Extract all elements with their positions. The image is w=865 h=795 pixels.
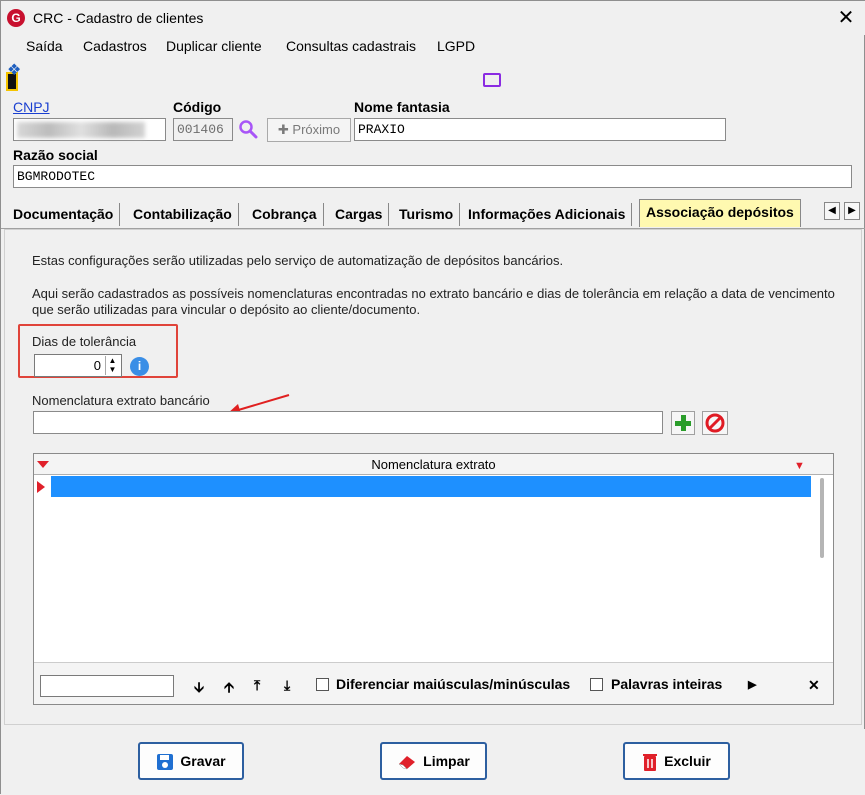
remove-button[interactable] bbox=[702, 411, 728, 435]
dias-tolerancia-label: Dias de tolerância bbox=[32, 334, 137, 349]
cnpj-redacted bbox=[17, 122, 145, 138]
menu-consultas-cadastrais[interactable]: Consultas cadastrais bbox=[286, 38, 416, 54]
codigo-label: Código bbox=[173, 99, 222, 115]
column-header-nomenclatura[interactable]: Nomenclatura extrato bbox=[371, 457, 495, 472]
diferenciar-checkbox[interactable] bbox=[316, 678, 329, 691]
stepper-arrows-icon[interactable]: ▲ ▼ bbox=[105, 356, 119, 375]
tab-turismo[interactable]: Turismo bbox=[393, 203, 461, 226]
menu-saida[interactable]: Saída bbox=[26, 38, 63, 54]
proximo-label: Próximo bbox=[292, 122, 341, 137]
main-window: G CRC - Cadastro de clientes ✕ Saída Cad… bbox=[0, 0, 865, 795]
diamond-icon[interactable]: ❖ bbox=[7, 63, 23, 79]
palavras-inteiras-checkbox[interactable] bbox=[590, 678, 603, 691]
nomenclatura-grid[interactable]: Nomenclatura extrato ▼ 🡫 🡩 ⤒ ⤓ Diferenci… bbox=[33, 453, 834, 705]
add-button[interactable] bbox=[671, 411, 695, 435]
nomenclatura-input[interactable] bbox=[33, 411, 663, 434]
razao-social-label: Razão social bbox=[13, 147, 98, 163]
gravar-label: Gravar bbox=[180, 753, 226, 769]
menu-duplicar-cliente[interactable]: Duplicar cliente bbox=[166, 38, 262, 54]
header-menu-icon[interactable] bbox=[37, 461, 49, 468]
grid-search-input[interactable] bbox=[40, 675, 174, 697]
codigo-field: 001406 bbox=[173, 118, 233, 141]
grid-search-bar: 🡫 🡩 ⤒ ⤓ Diferenciar maiúsculas/minúscula… bbox=[34, 662, 833, 704]
intro-text: Estas configurações serão utilizadas pel… bbox=[32, 253, 564, 268]
forbidden-icon bbox=[705, 413, 725, 433]
limpar-button[interactable]: Limpar bbox=[380, 742, 487, 780]
search-icon[interactable] bbox=[238, 119, 258, 139]
filter-icon[interactable]: ▼ bbox=[794, 460, 805, 472]
menu-cadastros[interactable]: Cadastros bbox=[83, 38, 147, 54]
palavras-inteiras-label[interactable]: Palavras inteiras bbox=[611, 676, 722, 692]
menu-lgpd[interactable]: LGPD bbox=[437, 38, 475, 54]
plus-icon: ✚ bbox=[277, 122, 293, 137]
limpar-label: Limpar bbox=[423, 753, 470, 769]
trash-icon bbox=[643, 754, 658, 772]
scrollbar[interactable] bbox=[820, 478, 824, 558]
grid-header[interactable]: Nomenclatura extrato bbox=[34, 454, 833, 475]
gravar-button[interactable]: Gravar bbox=[138, 742, 244, 780]
monitor-icon bbox=[483, 73, 501, 87]
excluir-label: Excluir bbox=[664, 753, 711, 769]
menu-bar: Saída Cadastros Duplicar cliente Consult… bbox=[1, 35, 865, 91]
app-logo-icon: G bbox=[7, 9, 25, 27]
dias-tolerancia-stepper[interactable]: 0 ▲ ▼ bbox=[34, 354, 122, 377]
find-last-icon[interactable]: ⤓ bbox=[284, 677, 290, 694]
nome-fantasia-label: Nome fantasia bbox=[354, 99, 450, 115]
tab-strip: Documentação Contabilização Cobrança Car… bbox=[1, 199, 865, 229]
tab-contabilizacao[interactable]: Contabilização bbox=[127, 203, 239, 226]
find-previous-icon[interactable]: 🡩 bbox=[224, 677, 234, 701]
description-line-1: Aqui serão cadastrados as possíveis nome… bbox=[32, 286, 835, 301]
more-options-icon[interactable]: ▶ bbox=[748, 678, 756, 691]
description-line-2: que serão utilizadas para vincular o dep… bbox=[32, 302, 421, 317]
tab-informacoes-adicionais[interactable]: Informações Adicionais bbox=[462, 203, 633, 226]
title-bar: G CRC - Cadastro de clientes ✕ bbox=[1, 1, 865, 35]
cnpj-link[interactable]: CNPJ bbox=[13, 99, 50, 115]
window-title: CRC - Cadastro de clientes bbox=[33, 10, 204, 26]
plus-icon bbox=[675, 415, 691, 431]
nomenclatura-label: Nomenclatura extrato bancário bbox=[32, 393, 210, 408]
dias-tolerancia-value: 0 bbox=[93, 358, 101, 373]
tab-scroll-right-icon[interactable]: ▶ bbox=[844, 202, 860, 220]
info-icon[interactable]: i bbox=[130, 357, 149, 376]
find-first-icon[interactable]: ⤒ bbox=[254, 677, 260, 694]
floppy-disk-icon bbox=[157, 754, 174, 771]
tab-associacao-depositos[interactable]: Associação depósitos bbox=[639, 199, 801, 227]
excluir-button[interactable]: Excluir bbox=[623, 742, 730, 780]
tab-cobranca[interactable]: Cobrança bbox=[246, 203, 324, 226]
tab-scroll-left-icon[interactable]: ◀ bbox=[824, 202, 840, 220]
close-icon[interactable]: ✕ bbox=[833, 5, 859, 31]
razao-social-field[interactable]: BGMRODOTEC bbox=[13, 165, 852, 188]
tab-cargas[interactable]: Cargas bbox=[329, 203, 390, 226]
table-row[interactable] bbox=[51, 476, 811, 497]
tab-documentacao[interactable]: Documentação bbox=[7, 203, 121, 226]
diferenciar-label[interactable]: Diferenciar maiúsculas/minúsculas bbox=[336, 676, 570, 692]
proximo-button[interactable]: ✚ Próximo bbox=[267, 118, 351, 142]
find-next-icon[interactable]: 🡫 bbox=[194, 677, 204, 701]
eraser-icon bbox=[398, 756, 416, 770]
row-indicator-icon bbox=[37, 481, 45, 493]
nome-fantasia-field[interactable]: PRAXIO bbox=[354, 118, 726, 141]
close-search-icon[interactable]: ✕ bbox=[808, 677, 820, 694]
